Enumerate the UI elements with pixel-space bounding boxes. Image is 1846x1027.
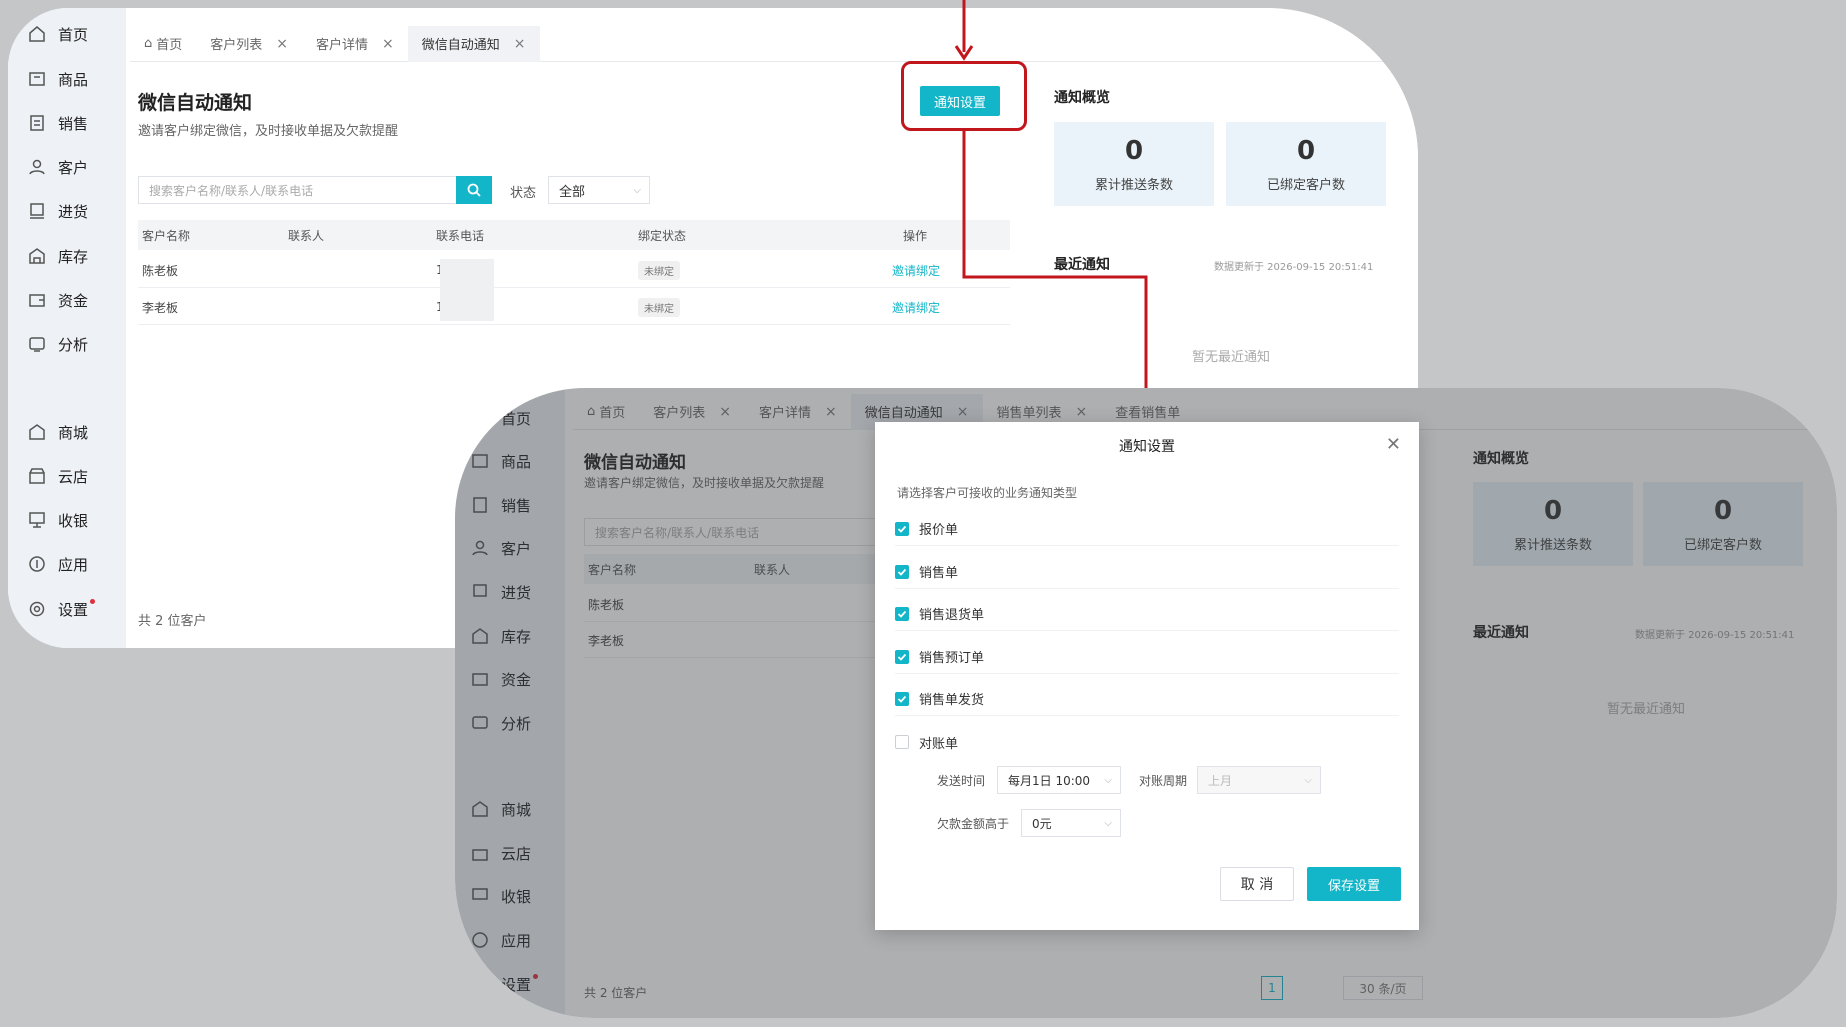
checkbox-checked-icon[interactable] [895,564,909,579]
chevron-down-icon: ⌵ [1104,817,1112,829]
save-settings-button[interactable]: 保存设置 [1307,867,1401,901]
dialog-hint: 请选择客户可接收的业务通知类型 [897,486,1078,500]
panel-after: 首页 商品 销售 客户 进货 库存 资金 分析 商城 云店 收银 应用 设置 ⌂… [455,388,1837,1018]
checkbox-checked-icon[interactable] [895,649,909,664]
option-statement[interactable]: 对账单 [895,725,1399,759]
close-icon[interactable]: ✕ [1386,434,1401,455]
notify-settings-dialog: 通知设置 ✕ 请选择客户可接收的业务通知类型 报价单 销售单 销售退货单 销售预… [875,422,1419,930]
period-select[interactable]: 上月 ⌵ [1197,766,1321,794]
option-sales-shipment[interactable]: 销售单发货 [895,682,1399,716]
period-label: 对账周期 [1139,774,1188,788]
chevron-down-icon: ⌵ [1304,774,1312,786]
arrears-label: 欠款金额高于 [937,817,1010,831]
checkbox-checked-icon[interactable] [895,606,909,621]
send-time-label: 发送时间 [937,774,986,788]
checkbox-checked-icon[interactable] [895,521,909,536]
checkbox-checked-icon[interactable] [895,691,909,706]
option-sales-order[interactable]: 销售单 [895,555,1399,589]
send-time-select[interactable]: 每月1日 10:00 ⌵ [997,766,1121,794]
checkbox-unchecked-icon[interactable] [895,735,909,749]
option-quote[interactable]: 报价单 [895,512,1399,546]
option-sales-preorder[interactable]: 销售预订单 [895,640,1399,674]
chevron-down-icon: ⌵ [1104,774,1112,786]
option-sales-return[interactable]: 销售退货单 [895,597,1399,631]
dialog-title: 通知设置 [1119,439,1175,455]
arrears-select[interactable]: 0元 ⌵ [1021,809,1121,837]
cancel-button[interactable]: 取 消 [1220,867,1294,901]
